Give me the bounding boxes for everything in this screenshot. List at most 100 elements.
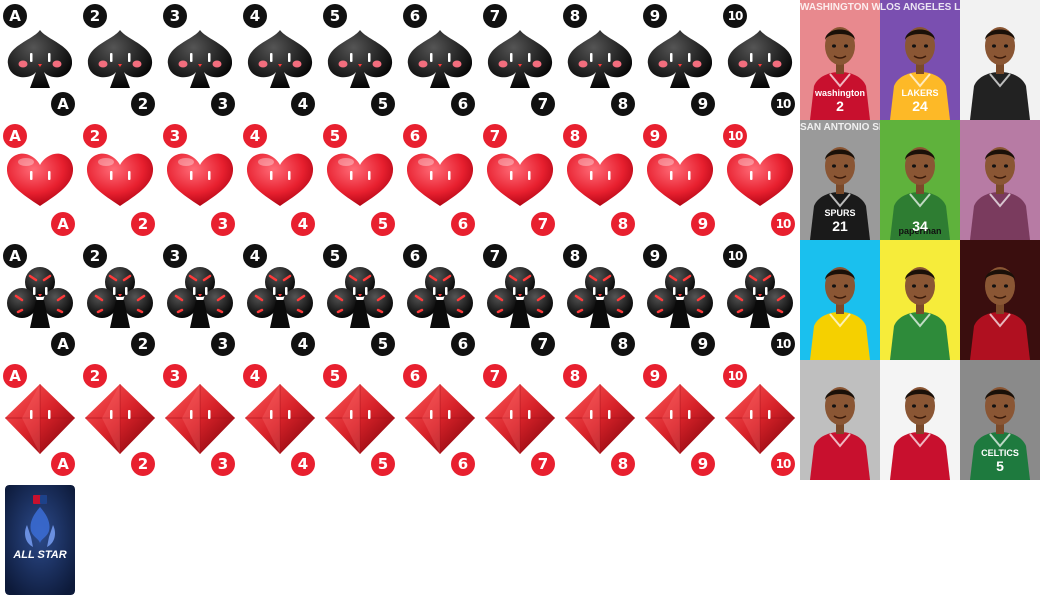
rank-badge-top: 7 [483,4,507,28]
player-portrait[interactable]: WASHINGTON WIZARDS washington2 [800,0,880,120]
rank-badge-top: 2 [83,244,107,268]
rank-badge-bottom: 7 [531,332,555,356]
player-portrait[interactable]: LOS ANGELES LAKERS LAKERS24 [880,0,960,120]
rank-badge-top: 4 [243,124,267,148]
card-club-8[interactable]: 88 [560,240,640,360]
card-diamond-5[interactable]: 55 [320,360,400,480]
card-spade-9[interactable]: 99 [640,0,720,120]
rank-badge-bottom: A [51,92,75,116]
rank-badge-top: 10 [723,244,747,268]
card-diamond-a[interactable]: AA [0,360,80,480]
rank-badge-bottom: 10 [771,212,795,236]
rank-badge-top: 10 [723,4,747,28]
card-diamond-10[interactable]: 10 10 [720,360,800,480]
player-portrait[interactable] [880,360,960,480]
card-club-3[interactable]: 33 [160,240,240,360]
rank-badge-bottom: 4 [291,332,315,356]
rank-badge-bottom: 6 [451,212,475,236]
card-heart-3[interactable]: 33 [160,120,240,240]
rank-badge-bottom: A [51,332,75,356]
rank-badge-top: A [3,364,27,388]
rank-badge-bottom: 6 [451,92,475,116]
rank-badge-bottom: 5 [371,92,395,116]
card-heart-4[interactable]: 44 [240,120,320,240]
card-spade-4[interactable]: 44 [240,0,320,120]
player-illustration [960,0,1040,120]
card-diamond-9[interactable]: 99 [640,360,720,480]
rank-badge-top: A [3,244,27,268]
card-diamond-4[interactable]: 44 [240,360,320,480]
rank-badge-bottom: 10 [771,332,795,356]
card-heart-7[interactable]: 77 [480,120,560,240]
player-portrait[interactable] [800,360,880,480]
rank-badge-top: 5 [323,364,347,388]
rank-badge-top: 7 [483,244,507,268]
card-diamond-2[interactable]: 22 [80,360,160,480]
rank-badge-bottom: 2 [131,332,155,356]
rank-badge-top: 8 [563,244,587,268]
card-spade-6[interactable]: 66 [400,0,480,120]
rank-badge-bottom: 3 [211,452,235,476]
card-heart-9[interactable]: 99 [640,120,720,240]
rank-badge-top: A [3,4,27,28]
allstar-logo-icon [5,485,75,595]
rank-badge-top: 4 [243,244,267,268]
rank-badge-top: 6 [403,124,427,148]
card-spade-2[interactable]: 22 [80,0,160,120]
card-club-2[interactable]: 22 [80,240,160,360]
card-club-9[interactable]: 99 [640,240,720,360]
card-diamond-8[interactable]: 88 [560,360,640,480]
card-heart-2[interactable]: 22 [80,120,160,240]
rank-badge-bottom: 9 [691,452,715,476]
card-club-5[interactable]: 55 [320,240,400,360]
card-club-4[interactable]: 44 [240,240,320,360]
card-heart-a[interactable]: AA [0,120,80,240]
rank-badge-top: 6 [403,364,427,388]
card-diamond-7[interactable]: 77 [480,360,560,480]
player-portrait[interactable]: SAN ANTONIO SPURS SPURS21 [800,120,880,240]
rank-badge-bottom: A [51,212,75,236]
card-club-6[interactable]: 66 [400,240,480,360]
player-portrait[interactable] [800,240,880,360]
rank-badge-top: 9 [643,244,667,268]
card-spade-7[interactable]: 77 [480,0,560,120]
player-portrait[interactable]: paperman 34 [880,120,960,240]
rank-badge-bottom: 2 [131,452,155,476]
rank-badge-bottom: 10 [771,92,795,116]
player-portrait[interactable] [880,240,960,360]
rank-badge-bottom: 3 [211,212,235,236]
card-heart-6[interactable]: 66 [400,120,480,240]
card-heart-8[interactable]: 88 [560,120,640,240]
card-club-a[interactable]: AA [0,240,80,360]
jersey-number: 24 [912,98,928,114]
rank-badge-top: 6 [403,244,427,268]
allstar-logo-card[interactable]: ALL STAR [5,485,75,595]
card-spade-3[interactable]: 33 [160,0,240,120]
jersey-text: SPURS [824,208,856,218]
rank-badge-bottom: 3 [211,332,235,356]
team-name-text: LOS ANGELES LAKERS [880,2,960,13]
card-sheet: AA 22 33 44 5 5 6 6 7 7 8 8 9 9 10 10 A … [0,0,800,480]
team-name-text: SAN ANTONIO SPURS [800,122,880,133]
card-diamond-6[interactable]: 66 [400,360,480,480]
rank-badge-top: 2 [83,4,107,28]
rank-badge-bottom: 5 [371,452,395,476]
rank-badge-bottom: 2 [131,212,155,236]
card-spade-a[interactable]: AA [0,0,80,120]
player-portrait[interactable]: CELTICS 5 [960,360,1040,480]
card-heart-10[interactable]: 10 10 [720,120,800,240]
card-diamond-3[interactable]: 33 [160,360,240,480]
player-portrait[interactable] [960,240,1040,360]
rank-badge-bottom: 4 [291,452,315,476]
rank-badge-bottom: 9 [691,212,715,236]
card-club-7[interactable]: 77 [480,240,560,360]
card-spade-5[interactable]: 55 [320,0,400,120]
card-heart-5[interactable]: 55 [320,120,400,240]
card-spade-10[interactable]: 10 10 [720,0,800,120]
card-spade-8[interactable]: 88 [560,0,640,120]
player-portrait[interactable] [960,120,1040,240]
card-club-10[interactable]: 10 10 [720,240,800,360]
player-portrait[interactable] [960,0,1040,120]
rank-badge-top: 4 [243,364,267,388]
allstar-logo-text: ALL STAR [13,549,67,561]
